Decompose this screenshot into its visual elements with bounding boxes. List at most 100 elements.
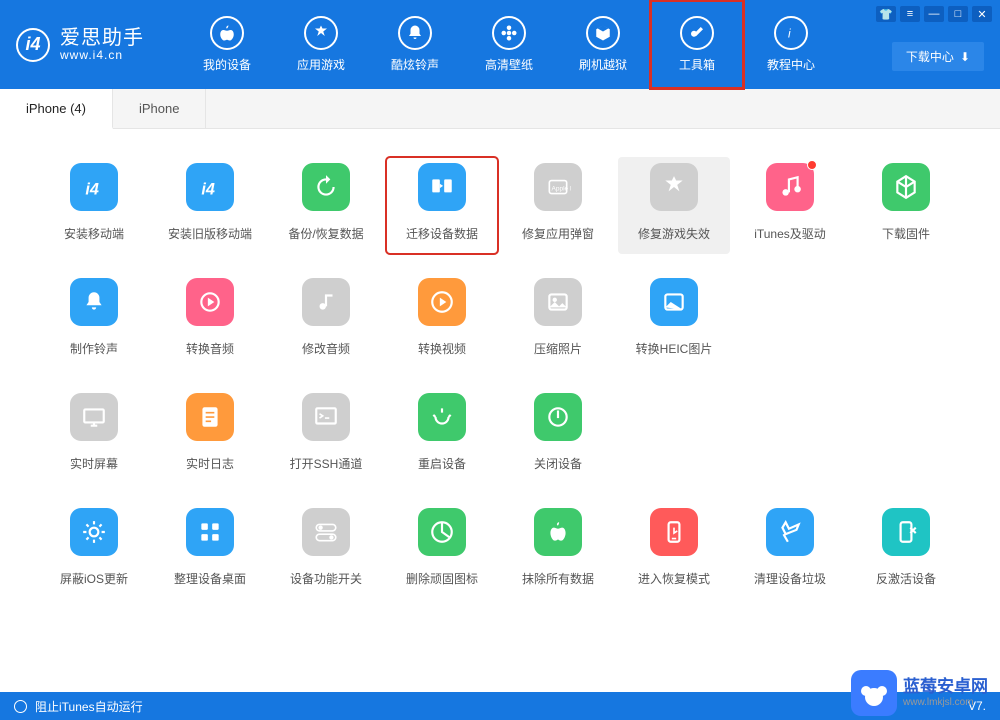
nav-wallpapers[interactable]: 高清壁纸 xyxy=(462,0,556,89)
tool-label: 下载固件 xyxy=(882,225,930,242)
tool-music[interactable]: iTunes及驱动 xyxy=(734,157,846,254)
close-button[interactable]: ✕ xyxy=(972,6,992,22)
watermark: 蓝莓安卓网 www.lmkjsl.com xyxy=(851,670,988,716)
watermark-url: www.lmkjsl.com xyxy=(903,697,988,708)
tool-label: 修复应用弹窗 xyxy=(522,225,594,242)
tool-apple[interactable]: 抹除所有数据 xyxy=(502,502,614,599)
tool-label: 重启设备 xyxy=(418,455,466,472)
tool-power[interactable]: 关闭设备 xyxy=(502,387,614,484)
block-itunes-label: 阻止iTunes自动运行 xyxy=(35,698,143,715)
log-icon xyxy=(186,393,234,441)
tool-label: 安装旧版移动端 xyxy=(168,225,252,242)
minimize-button[interactable]: — xyxy=(924,6,944,22)
tool-i4[interactable]: i4 安装旧版移动端 xyxy=(154,157,266,254)
tool-appleid[interactable]: Apple ID 修复应用弹窗 xyxy=(502,157,614,254)
tool-toggle[interactable]: 设备功能开关 xyxy=(270,502,382,599)
menu-button[interactable]: ≡ xyxy=(900,6,920,22)
tool-gear[interactable]: 屏蔽iOS更新 xyxy=(38,502,150,599)
appstore-icon xyxy=(304,16,338,50)
tool-label: 清理设备垃圾 xyxy=(754,570,826,587)
app-header: i4 爱思助手 www.i4.cn 我的设备 应用游戏 酷炫铃声 高清壁纸 刷机… xyxy=(0,0,1000,89)
nav-apps-games[interactable]: 应用游戏 xyxy=(274,0,368,89)
tool-heic[interactable]: 转换HEIC图片 xyxy=(618,272,730,369)
tool-i4[interactable]: i4安装移动端 xyxy=(38,157,150,254)
tool-video[interactable]: 转换视频 xyxy=(386,272,498,369)
bell-icon xyxy=(70,278,118,326)
tool-label: 修复游戏失效 xyxy=(638,225,710,242)
screen-icon xyxy=(70,393,118,441)
tool-label: 实时日志 xyxy=(186,455,234,472)
grid-icon xyxy=(186,508,234,556)
tool-screen[interactable]: 实时屏幕 xyxy=(38,387,150,484)
tool-pie[interactable]: 删除顽固图标 xyxy=(386,502,498,599)
tool-bell[interactable]: 制作铃声 xyxy=(38,272,150,369)
pie-icon xyxy=(418,508,466,556)
tool-game[interactable]: 修复游戏失效 xyxy=(618,157,730,254)
app-domain: www.i4.cn xyxy=(60,49,144,62)
i4-icon: i4 xyxy=(186,163,234,211)
nav-toolbox[interactable]: 工具箱 xyxy=(650,0,744,89)
logo-icon: i4 xyxy=(16,28,50,62)
audio-icon xyxy=(186,278,234,326)
tool-recovery[interactable]: 进入恢复模式 xyxy=(618,502,730,599)
box-icon xyxy=(586,16,620,50)
status-bar: 阻止iTunes自动运行 V7. xyxy=(0,692,1000,720)
tool-label: 关闭设备 xyxy=(534,455,582,472)
restore-icon xyxy=(302,163,350,211)
tool-label: 反激活设备 xyxy=(876,570,936,587)
block-itunes-radio[interactable] xyxy=(14,700,27,713)
game-icon xyxy=(650,163,698,211)
tool-label: iTunes及驱动 xyxy=(754,225,826,242)
cube-icon xyxy=(882,163,930,211)
main-nav: 我的设备 应用游戏 酷炫铃声 高清壁纸 刷机越狱 工具箱 i 教程中心 xyxy=(180,0,838,89)
nav-my-device[interactable]: 我的设备 xyxy=(180,0,274,89)
tool-photo[interactable]: 压缩照片 xyxy=(502,272,614,369)
tool-log[interactable]: 实时日志 xyxy=(154,387,266,484)
tool-grid[interactable]: 整理设备桌面 xyxy=(154,502,266,599)
tool-label: 转换视频 xyxy=(418,340,466,357)
tool-label: 转换音频 xyxy=(186,340,234,357)
tab-iphone[interactable]: iPhone xyxy=(113,89,206,128)
tool-label: 修改音频 xyxy=(302,340,350,357)
watermark-icon xyxy=(851,670,897,716)
tool-restart[interactable]: 重启设备 xyxy=(386,387,498,484)
tool-cube[interactable]: 下载固件 xyxy=(850,157,962,254)
transfer-icon xyxy=(418,163,466,211)
maximize-button[interactable]: □ xyxy=(948,6,968,22)
nav-ringtones[interactable]: 酷炫铃声 xyxy=(368,0,462,89)
recovery-icon xyxy=(650,508,698,556)
nav-flash-jailbreak[interactable]: 刷机越狱 xyxy=(556,0,650,89)
device-tabs: iPhone (4) iPhone xyxy=(0,89,1000,129)
nav-tutorials[interactable]: i 教程中心 xyxy=(744,0,838,89)
download-icon: ⬇ xyxy=(960,50,970,64)
tools-icon xyxy=(680,16,714,50)
tool-label: 打开SSH通道 xyxy=(290,455,363,472)
tool-label: 整理设备桌面 xyxy=(174,570,246,587)
info-icon: i xyxy=(774,16,808,50)
tool-audio[interactable]: 转换音频 xyxy=(154,272,266,369)
tool-clean[interactable]: 清理设备垃圾 xyxy=(734,502,846,599)
heic-icon xyxy=(650,278,698,326)
tool-edit-audio[interactable]: 修改音频 xyxy=(270,272,382,369)
download-center-button[interactable]: 下载中心 ⬇ xyxy=(892,42,984,71)
tab-iphone-4[interactable]: iPhone (4) xyxy=(0,89,113,129)
skin-button[interactable]: 👕 xyxy=(876,6,896,22)
svg-text:i: i xyxy=(788,27,791,41)
svg-text:Apple ID: Apple ID xyxy=(552,185,572,192)
svg-text:i4: i4 xyxy=(201,181,215,199)
appleid-icon: Apple ID xyxy=(534,163,582,211)
tool-restore[interactable]: 备份/恢复数据 xyxy=(270,157,382,254)
ssh-icon xyxy=(302,393,350,441)
tool-label: 抹除所有数据 xyxy=(522,570,594,587)
logo: i4 爱思助手 www.i4.cn xyxy=(0,27,160,62)
tool-label: 制作铃声 xyxy=(70,340,118,357)
power-icon xyxy=(534,393,582,441)
tool-deactivate[interactable]: 反激活设备 xyxy=(850,502,962,599)
photo-icon xyxy=(534,278,582,326)
music-icon xyxy=(766,163,814,211)
tool-transfer[interactable]: 迁移设备数据 xyxy=(386,157,498,254)
app-name: 爱思助手 xyxy=(60,27,144,49)
deactivate-icon xyxy=(882,508,930,556)
tool-ssh[interactable]: 打开SSH通道 xyxy=(270,387,382,484)
apple-icon xyxy=(534,508,582,556)
